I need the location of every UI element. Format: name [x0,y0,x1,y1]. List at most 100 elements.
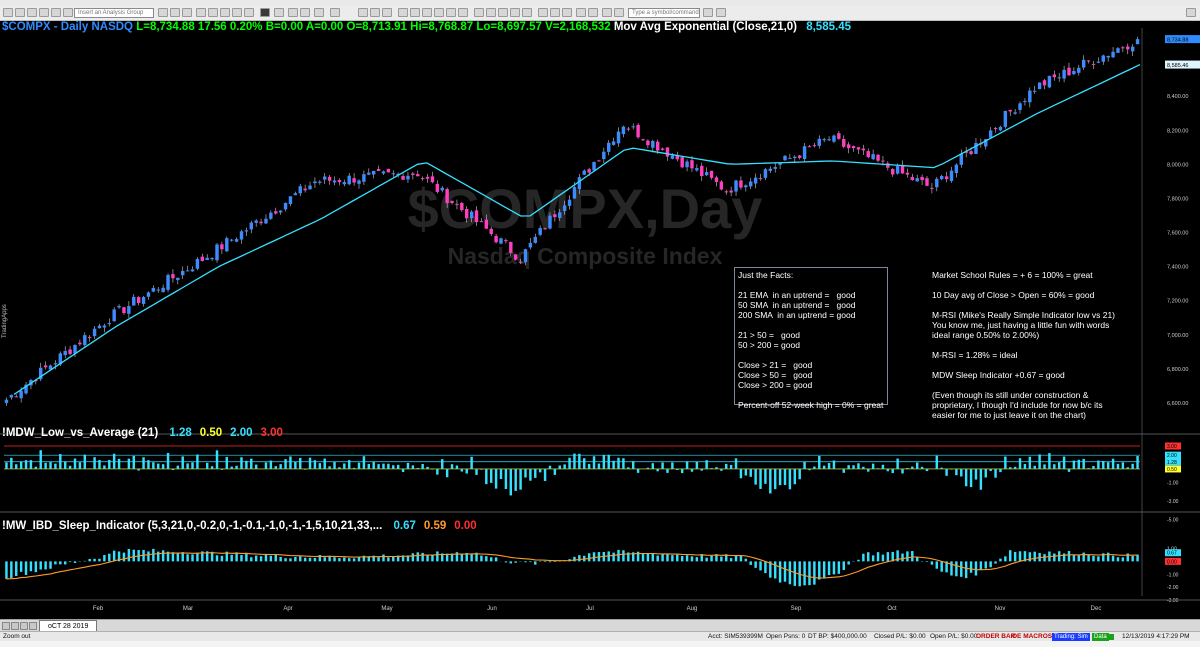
open-icon[interactable] [15,8,25,17]
strategy-icon[interactable] [170,8,180,17]
candle-body [572,187,577,199]
save-icon[interactable] [27,8,37,17]
rules-line: MDW Sleep Indicator +0.67 = good [932,370,1065,380]
sma-icon[interactable] [274,8,284,17]
x-month-label: Feb [93,606,104,612]
printer-icon[interactable] [538,8,548,17]
candle-icon[interactable] [208,8,218,17]
candle-body [195,258,200,269]
book-icon[interactable] [614,8,624,17]
candle-body [293,193,298,196]
data-badge[interactable]: Data [1092,633,1109,641]
candle-body [881,160,885,162]
paste-icon[interactable] [498,8,508,17]
wma-icon[interactable] [300,8,310,17]
cursor-icon[interactable] [398,8,408,17]
arrow-right-icon[interactable] [382,8,392,17]
candle-body [406,175,410,180]
x-month-label: Mar [183,606,193,612]
candle-body [704,172,709,176]
go-icon[interactable] [716,8,726,17]
arrow-left-icon[interactable] [370,8,380,17]
group-icon[interactable] [51,8,61,17]
cube-icon[interactable] [602,8,612,17]
tools-icon[interactable] [434,8,444,17]
text-icon[interactable] [182,8,192,17]
pane3-title: !MW_IBD_Sleep_Indicator (5,3,21,0,-0.2,0… [2,520,383,532]
new-icon[interactable] [3,8,13,17]
candle-body [1067,67,1071,76]
rules-line: M-RSI = 1.28% = ideal [932,350,1018,360]
fib-icon[interactable] [458,8,468,17]
candle-body [367,172,371,175]
page-icon[interactable] [474,8,484,17]
candle-body [161,287,165,293]
x-month-label: Apr [283,606,292,612]
hand-icon[interactable] [522,8,532,17]
analysis-group-select[interactable]: Insert an Analysis Group [74,8,154,18]
lock-icon[interactable] [588,8,598,17]
pane3-signal-line [6,552,1138,580]
facts-line: Just the Facts: [738,270,794,280]
candle-body [905,172,910,175]
ema-icon[interactable] [260,8,270,17]
candle-body [925,178,929,186]
crosshair-icon[interactable] [410,8,420,17]
candle-body [602,151,606,160]
compare-icon[interactable] [244,8,254,17]
first-tab-icon[interactable] [2,622,10,630]
candle-body [1003,110,1008,127]
rules-line [932,300,1132,310]
last-tab-icon[interactable] [29,622,37,630]
indicator-icon[interactable] [158,8,168,17]
candle-body [127,306,131,314]
screen-icon[interactable] [562,8,572,17]
trendline-icon[interactable] [446,8,456,17]
price-tick-label: 8,000.00 [1167,162,1188,168]
candle-body [225,238,229,252]
prev-tab-icon[interactable] [11,622,19,630]
next-tab-icon[interactable] [20,622,28,630]
candle-body [1111,51,1115,58]
candle-body [665,147,670,157]
candle-body [117,305,121,308]
pointer-icon[interactable] [422,8,432,17]
candle-body [802,146,807,159]
x-month-label: Oct [887,606,897,612]
x-month-label: Sep [791,606,802,612]
candle-body [935,178,939,188]
candle-body [954,164,959,174]
copy-icon[interactable] [486,8,496,17]
candle-body [641,139,645,141]
pane3-axis-label: -1.00 [1167,572,1179,578]
link-icon[interactable] [576,8,586,17]
candle-body [577,177,582,190]
trading-sim-badge[interactable]: Trading: Sim [1052,633,1090,641]
time-icon[interactable] [314,8,324,17]
delete-icon[interactable] [510,8,520,17]
ma-icon[interactable] [288,8,298,17]
chart-icon[interactable] [232,8,242,17]
candle-body [430,176,435,183]
candle-body [562,205,567,212]
candle-body [1121,47,1125,49]
window-icon[interactable] [550,8,560,17]
candle-body [171,274,175,279]
bar-chart-icon[interactable] [196,8,206,17]
dropdown-arrow-icon[interactable] [703,8,713,17]
zoom-icon[interactable] [358,8,368,17]
symbol-command-input[interactable]: Type a symbol/command [628,8,700,18]
candle-body [357,180,361,184]
rules-line [932,360,1132,370]
candle-body [895,166,900,174]
print-icon[interactable] [39,8,49,17]
layout-icon[interactable] [63,8,73,17]
candle-body [1091,63,1096,65]
line-icon[interactable] [220,8,230,17]
tile-icon[interactable] [330,8,340,17]
watermark: $COMPX,Day Nasdaq Composite Index [408,177,763,269]
candle-body [1130,46,1135,52]
candle-body [744,185,748,188]
candle-body [420,178,425,180]
close-icon[interactable] [1186,8,1196,17]
